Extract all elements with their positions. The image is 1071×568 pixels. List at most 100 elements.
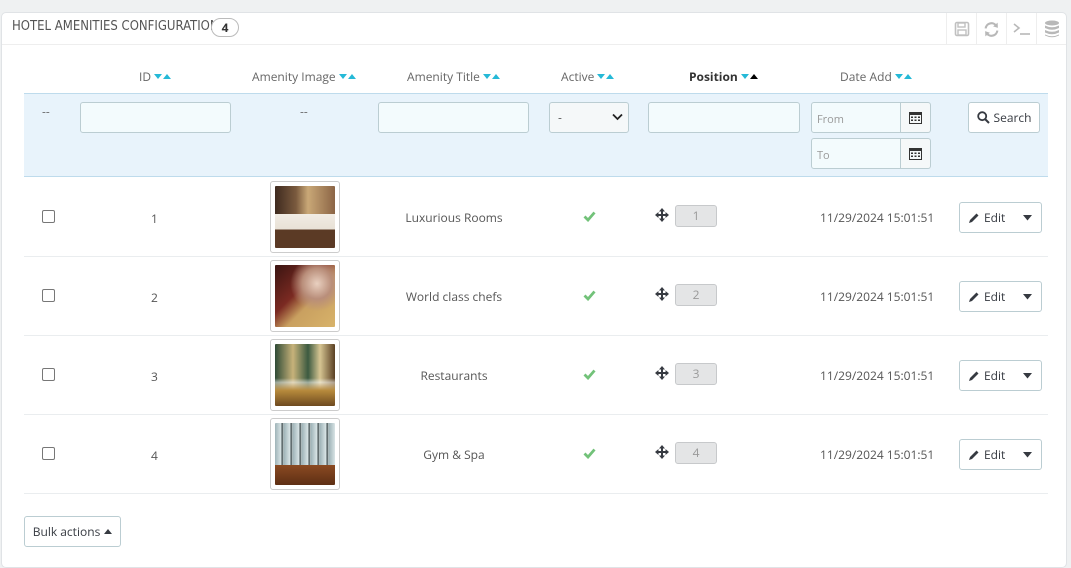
- row-checkbox[interactable]: [42, 289, 55, 302]
- id-filter-placeholder: --: [42, 103, 50, 120]
- date-from-input[interactable]: From: [811, 102, 901, 133]
- col-image[interactable]: Amenity Image: [252, 67, 356, 85]
- col-position-label: Position: [689, 67, 738, 85]
- position-filter-input[interactable]: [648, 102, 800, 133]
- save-icon[interactable]: [946, 13, 976, 45]
- check-icon[interactable]: [583, 211, 596, 222]
- col-position[interactable]: Position: [689, 67, 758, 85]
- caret-down-icon[interactable]: [1014, 214, 1041, 221]
- calendar-icon[interactable]: [901, 102, 931, 133]
- position-value: 4: [675, 442, 717, 464]
- row-id: 1: [151, 210, 158, 227]
- position-value: 1: [675, 205, 717, 227]
- date-from-field[interactable]: From: [811, 102, 931, 133]
- active-filter-value: -: [558, 109, 562, 126]
- edit-button[interactable]: Edit: [960, 446, 1014, 463]
- edit-label: Edit: [984, 209, 1006, 226]
- sort-icon[interactable]: [740, 73, 758, 79]
- sort-icon[interactable]: [154, 73, 172, 79]
- pencil-icon: [969, 213, 979, 223]
- row-id: 2: [151, 289, 158, 306]
- date-to-field[interactable]: To: [811, 138, 931, 169]
- amenity-image: [270, 418, 340, 490]
- col-image-label: Amenity Image: [252, 67, 336, 85]
- sort-icon[interactable]: [482, 73, 500, 79]
- row-checkbox[interactable]: [42, 210, 55, 223]
- amenities-panel: Hotel Amenities Configurations 4 ID Amen…: [1, 12, 1067, 568]
- date-to-input[interactable]: To: [811, 138, 901, 169]
- col-date-add[interactable]: Date Add: [840, 67, 912, 85]
- date-added: 11/29/2024 15:01:51: [820, 446, 935, 463]
- col-id[interactable]: ID: [139, 67, 172, 85]
- col-id-label: ID: [139, 67, 152, 85]
- edit-button-group: Edit: [959, 439, 1042, 470]
- edit-button[interactable]: Edit: [960, 367, 1014, 384]
- col-title-label: Amenity Title: [407, 67, 480, 85]
- check-icon[interactable]: [583, 369, 596, 380]
- sort-icon[interactable]: [894, 73, 912, 79]
- caret-up-icon: [104, 529, 113, 534]
- filter-row: -- -- - From To Search: [24, 93, 1048, 177]
- bulk-actions-button[interactable]: Bulk actions: [24, 516, 121, 547]
- panel-toolbar: [946, 13, 1066, 45]
- table-row: 3 Restaurants 3 11/29/2024 15:01:51 Edit: [24, 336, 1048, 415]
- check-icon[interactable]: [583, 448, 596, 459]
- panel-heading: Hotel Amenities Configurations 4: [2, 13, 1066, 45]
- amenity-image: [270, 181, 340, 253]
- terminal-icon[interactable]: [1006, 13, 1036, 45]
- pencil-icon: [969, 371, 979, 381]
- edit-label: Edit: [984, 446, 1006, 463]
- sort-icon[interactable]: [338, 73, 356, 79]
- check-icon[interactable]: [583, 290, 596, 301]
- row-checkbox[interactable]: [42, 368, 55, 381]
- pencil-icon: [969, 292, 979, 302]
- table-row: 1 Luxurious Rooms 1 11/29/2024 15:01:51 …: [24, 178, 1048, 257]
- drag-handle-icon[interactable]: [655, 366, 669, 380]
- date-added: 11/29/2024 15:01:51: [820, 209, 935, 226]
- refresh-icon[interactable]: [976, 13, 1006, 45]
- edit-label: Edit: [984, 288, 1006, 305]
- table-row: 4 Gym & Spa 4 11/29/2024 15:01:51 Edit: [24, 415, 1048, 494]
- col-date-add-label: Date Add: [840, 67, 892, 85]
- col-active[interactable]: Active: [561, 67, 615, 85]
- bulk-actions-label: Bulk actions: [32, 523, 101, 540]
- caret-down-icon[interactable]: [1014, 293, 1041, 300]
- calendar-icon[interactable]: [901, 138, 931, 169]
- amenity-image: [270, 339, 340, 411]
- row-id: 3: [151, 368, 158, 385]
- caret-down-icon[interactable]: [1014, 451, 1041, 458]
- search-icon: [976, 111, 990, 124]
- date-added: 11/29/2024 15:01:51: [820, 367, 935, 384]
- table-row: 2 World class chefs 2 11/29/2024 15:01:5…: [24, 257, 1048, 336]
- active-filter-select[interactable]: -: [549, 102, 629, 133]
- position-value: 2: [675, 284, 717, 306]
- amenity-title: Gym & Spa: [423, 446, 485, 463]
- amenity-image: [270, 260, 340, 332]
- chevron-down-icon: [612, 113, 623, 121]
- row-checkbox[interactable]: [42, 447, 55, 460]
- drag-handle-icon[interactable]: [655, 287, 669, 301]
- col-active-label: Active: [561, 67, 595, 85]
- search-button-label: Search: [993, 109, 1032, 126]
- caret-down-icon[interactable]: [1014, 372, 1041, 379]
- edit-button-group: Edit: [959, 202, 1042, 233]
- edit-button-group: Edit: [959, 281, 1042, 312]
- id-filter-input[interactable]: [80, 102, 231, 133]
- amenity-title: Luxurious Rooms: [405, 209, 503, 226]
- count-badge: 4: [211, 18, 239, 37]
- row-id: 4: [151, 447, 158, 464]
- sort-icon[interactable]: [597, 73, 615, 79]
- edit-button[interactable]: Edit: [960, 209, 1014, 226]
- title-filter-input[interactable]: [378, 102, 529, 133]
- image-filter-placeholder: --: [300, 103, 308, 120]
- edit-button-group: Edit: [959, 360, 1042, 391]
- search-button[interactable]: Search: [968, 102, 1040, 133]
- drag-handle-icon[interactable]: [655, 445, 669, 459]
- database-icon[interactable]: [1036, 13, 1066, 45]
- col-title[interactable]: Amenity Title: [407, 67, 500, 85]
- edit-button[interactable]: Edit: [960, 288, 1014, 305]
- drag-handle-icon[interactable]: [655, 208, 669, 222]
- edit-label: Edit: [984, 367, 1006, 384]
- amenity-title: Restaurants: [420, 367, 488, 384]
- pencil-icon: [969, 450, 979, 460]
